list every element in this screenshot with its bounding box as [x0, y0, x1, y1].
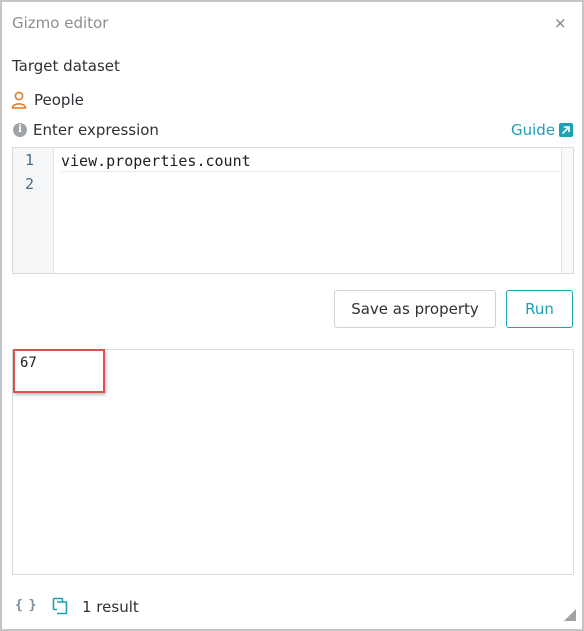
gizmo-editor-window: Gizmo editor × Target dataset People i E… [0, 0, 584, 631]
result-count: 1 result [82, 598, 139, 616]
info-icon: i [13, 123, 27, 137]
line-number-gutter: 1 2 [13, 148, 54, 273]
copy-icon[interactable] [52, 597, 68, 615]
guide-link[interactable]: Guide [511, 121, 555, 139]
run-button[interactable]: Run [506, 290, 573, 328]
external-link-icon[interactable] [559, 123, 573, 137]
editor-scrollbar[interactable] [561, 148, 573, 273]
person-icon [11, 91, 27, 109]
line-number: 2 [25, 175, 35, 193]
code-line[interactable]: view.properties.count [61, 151, 559, 172]
result-highlight-box [13, 349, 105, 393]
save-as-property-button[interactable]: Save as property [334, 290, 496, 328]
window-title: Gizmo editor [12, 14, 109, 32]
enter-expression-label: Enter expression [33, 121, 159, 139]
dataset-name: People [34, 91, 84, 109]
target-dataset-label: Target dataset [12, 57, 120, 75]
line-number: 1 [25, 151, 35, 169]
resize-handle-icon[interactable] [564, 609, 576, 621]
close-icon[interactable]: × [554, 13, 567, 33]
expression-editor[interactable]: 1 2 view.properties.count [12, 147, 574, 274]
json-view-icon[interactable]: { } [15, 598, 37, 613]
